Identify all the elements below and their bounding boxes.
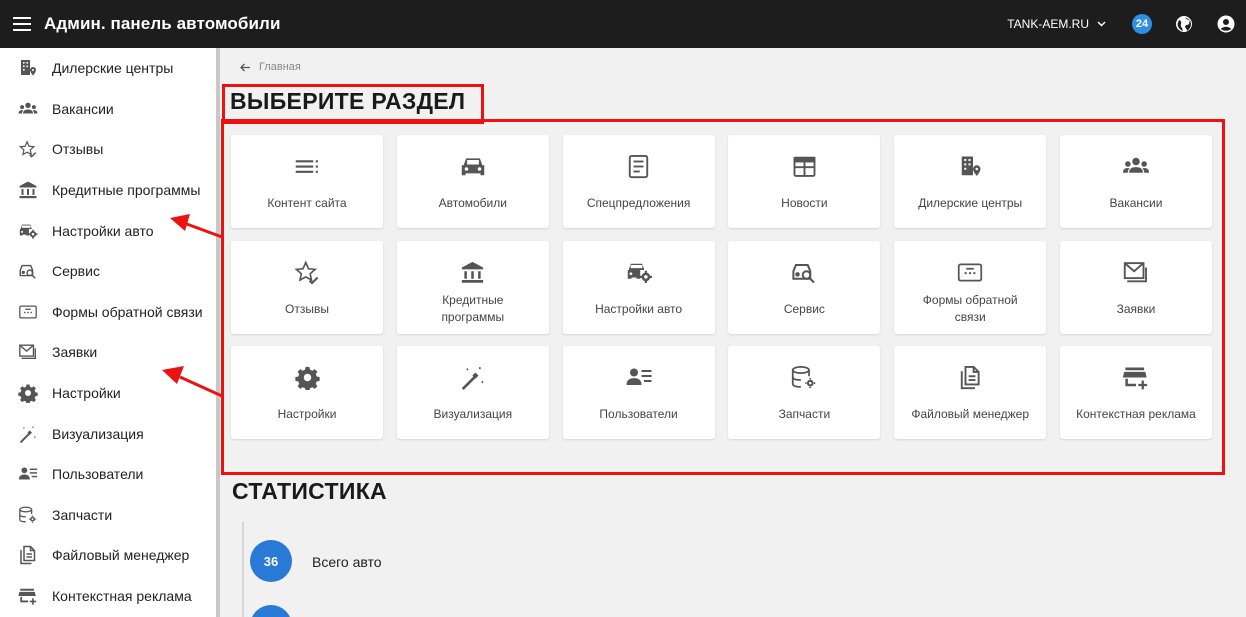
breadcrumb-home-link[interactable]: Главная bbox=[259, 61, 301, 73]
stat-value-next bbox=[250, 605, 292, 617]
inbox-mail-icon bbox=[18, 342, 38, 362]
stat-value-total-cars: 36 bbox=[250, 540, 292, 582]
sidebar-item-label: Визуализация bbox=[52, 425, 144, 442]
sidebar-item-label: Вакансии bbox=[52, 100, 114, 117]
sidebar: Дилерские центры Вакансии Отзывы Кредитные … bbox=[0, 48, 216, 617]
sidebar-item-label: Формы обратной связи bbox=[52, 303, 203, 320]
sidebar-item[interactable]: Заявки bbox=[0, 332, 216, 373]
sidebar-item[interactable]: Сервис bbox=[0, 251, 216, 292]
star-check-icon bbox=[18, 139, 38, 159]
sidebar-item-label: Дилерские центры bbox=[52, 60, 174, 77]
hamburger-menu-icon[interactable] bbox=[0, 0, 44, 48]
sidebar-item-label: Файловый менеджер bbox=[52, 547, 190, 564]
site-selector-label: TANK-AEM.RU bbox=[1007, 17, 1089, 31]
sidebar-item-label: Контекстная реклама bbox=[52, 588, 192, 605]
file-copy-icon bbox=[18, 545, 38, 565]
sidebar-item-label: Заявки bbox=[52, 344, 98, 361]
car-settings-icon bbox=[18, 221, 38, 241]
dealer-building-icon bbox=[18, 58, 38, 78]
stat-label-total-cars: Всего авто bbox=[312, 554, 382, 570]
bank-icon bbox=[18, 180, 38, 200]
sidebar-item-label: Кредитные программы bbox=[52, 182, 201, 199]
sidebar-item[interactable]: Контекстная реклама bbox=[0, 576, 216, 617]
sidebar-item-label: Запчасти bbox=[52, 506, 113, 523]
globe-icon[interactable] bbox=[1174, 14, 1194, 34]
statistics-heading: СТАТИСТИКА bbox=[232, 478, 387, 504]
notifications-badge[interactable]: 24 bbox=[1132, 14, 1152, 34]
app-title: Админ. панель автомобили bbox=[44, 14, 281, 33]
feedback-form-icon bbox=[18, 302, 38, 322]
sidebar-item-label: Отзывы bbox=[52, 141, 104, 158]
sidebar-item-label: Настройки bbox=[52, 385, 121, 402]
sidebar-item[interactable]: Настройки авто bbox=[0, 210, 216, 251]
sidebar-item[interactable]: Пользователи bbox=[0, 454, 216, 495]
arrow-back-icon[interactable] bbox=[240, 63, 251, 72]
sidebar-item[interactable]: Вакансии bbox=[0, 89, 216, 130]
people-group-icon bbox=[18, 99, 38, 119]
sidebar-item-label: Пользователи bbox=[52, 466, 144, 483]
store-add-icon bbox=[18, 586, 38, 606]
top-app-bar: Админ. панель автомобили TANK-AEM.RU 24 bbox=[0, 0, 1246, 48]
sidebar-item[interactable]: Настройки bbox=[0, 373, 216, 414]
sidebar-item[interactable]: Дилерские центры bbox=[0, 48, 216, 89]
gear-icon bbox=[18, 383, 38, 404]
sidebar-item-label: Настройки авто bbox=[52, 222, 154, 239]
account-icon[interactable] bbox=[1216, 14, 1236, 34]
user-list-icon bbox=[18, 464, 38, 484]
magic-wand-icon bbox=[18, 424, 38, 444]
database-gear-icon bbox=[18, 505, 38, 525]
breadcrumb[interactable]: Главная bbox=[240, 61, 301, 73]
sidebar-item[interactable]: Кредитные программы bbox=[0, 170, 216, 211]
stats-timeline-line bbox=[242, 522, 244, 617]
car-search-icon bbox=[18, 261, 38, 281]
sidebar-item[interactable]: Визуализация bbox=[0, 413, 216, 454]
annotation-box-grid bbox=[221, 119, 1225, 475]
sidebar-item[interactable]: Формы обратной связи bbox=[0, 292, 216, 333]
sidebar-item-label: Сервис bbox=[52, 263, 100, 280]
site-selector[interactable]: TANK-AEM.RU bbox=[1007, 17, 1106, 31]
sidebar-item[interactable]: Файловый менеджер bbox=[0, 535, 216, 576]
annotation-box-heading bbox=[222, 84, 484, 124]
sidebar-item[interactable]: Запчасти bbox=[0, 495, 216, 536]
chevron-down-icon bbox=[1097, 21, 1106, 27]
sidebar-item[interactable]: Отзывы bbox=[0, 129, 216, 170]
